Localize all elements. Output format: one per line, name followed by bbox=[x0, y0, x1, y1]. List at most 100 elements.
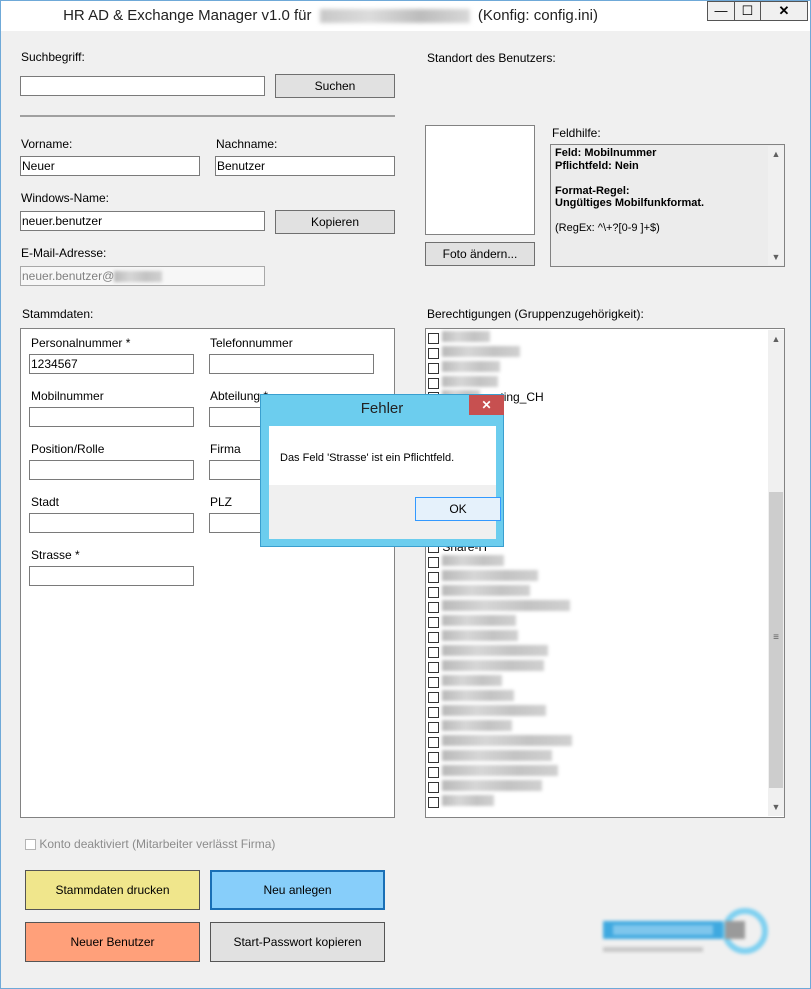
close-icon: ✕ bbox=[481, 398, 492, 412]
checkbox-icon[interactable] bbox=[428, 752, 439, 764]
redacted-domain bbox=[319, 9, 470, 24]
firstname-label: Vorname: bbox=[21, 137, 73, 151]
maximize-icon: ☐ bbox=[741, 3, 754, 18]
create-button[interactable]: Neu anlegen bbox=[210, 870, 385, 910]
checkbox-icon[interactable] bbox=[428, 632, 439, 644]
checkbox-icon[interactable] bbox=[428, 692, 439, 704]
fieldhelp-label: Feldhilfe: bbox=[552, 126, 601, 140]
checkbox-icon[interactable] bbox=[428, 647, 439, 659]
redacted-group bbox=[442, 765, 559, 776]
minimize-button[interactable]: — bbox=[707, 1, 735, 21]
copy-windows-name-button[interactable]: Kopieren bbox=[275, 210, 395, 234]
redacted-group bbox=[442, 615, 517, 626]
dialog-message: Das Feld 'Strasse' ist ein Pflichtfeld. bbox=[280, 452, 455, 464]
scroll-down-icon[interactable]: ▼ bbox=[768, 798, 784, 816]
checkbox-icon[interactable] bbox=[428, 333, 439, 345]
checkbox-icon[interactable] bbox=[428, 348, 439, 360]
redacted-group bbox=[442, 361, 501, 372]
maximize-button[interactable]: ☐ bbox=[734, 1, 761, 21]
copy-start-password-button[interactable]: Start-Passwort kopieren bbox=[210, 922, 385, 962]
redacted-group bbox=[442, 645, 549, 656]
lastname-label: Nachname: bbox=[216, 137, 278, 151]
redacted-group bbox=[442, 555, 505, 566]
dialog-title: Fehler bbox=[360, 400, 404, 417]
minimize-icon: — bbox=[714, 3, 728, 18]
strasse-input[interactable] bbox=[29, 566, 194, 586]
firstname-input[interactable]: Neuer bbox=[20, 156, 200, 176]
master-data-label: Stammdaten: bbox=[22, 307, 94, 321]
company-logo bbox=[603, 901, 768, 963]
account-disabled-checkbox[interactable]: Konto deaktiviert (Mitarbeiter verlässt … bbox=[25, 837, 275, 851]
position-input[interactable] bbox=[29, 460, 194, 480]
separator bbox=[20, 115, 395, 117]
checkbox-icon[interactable] bbox=[428, 662, 439, 674]
scroll-down-icon[interactable]: ▼ bbox=[768, 249, 784, 265]
fieldhelp-text: Feld: Mobilnummer Pflichtfeld: Nein Form… bbox=[555, 147, 705, 234]
redacted-group bbox=[442, 795, 495, 806]
redacted-group bbox=[442, 750, 553, 761]
checkbox-icon[interactable] bbox=[428, 722, 439, 734]
checkbox-icon[interactable] bbox=[428, 782, 439, 794]
checkbox-icon[interactable] bbox=[428, 587, 439, 599]
permissions-scrollbar[interactable]: ▲ ≡ ▼ bbox=[768, 330, 784, 816]
redacted-group bbox=[442, 720, 513, 731]
dialog-body: Das Feld 'Strasse' ist ein Pflichtfeld. … bbox=[269, 426, 501, 539]
change-photo-button[interactable]: Foto ändern... bbox=[425, 242, 535, 266]
email-label: E-Mail-Adresse: bbox=[21, 246, 107, 260]
windows-name-input[interactable]: neuer.benutzer bbox=[20, 211, 265, 231]
lastname-input[interactable]: Benutzer bbox=[215, 156, 395, 176]
grip-icon: ≡ bbox=[773, 632, 779, 643]
checkbox-icon[interactable] bbox=[428, 707, 439, 719]
search-input[interactable] bbox=[20, 76, 265, 96]
scroll-up-icon[interactable]: ▲ bbox=[768, 146, 784, 162]
dialog-close-button[interactable]: ✕ bbox=[469, 395, 504, 415]
location-label: Standort des Benutzers: bbox=[427, 51, 556, 65]
redacted-group bbox=[442, 346, 521, 357]
checkbox-icon[interactable] bbox=[428, 797, 439, 809]
main-window: HR AD & Exchange Manager v1.0 für (Konfi… bbox=[0, 0, 811, 989]
error-dialog: Fehler ✕ Das Feld 'Strasse' ist ein Pfli… bbox=[260, 394, 504, 547]
checkbox-icon[interactable] bbox=[428, 737, 439, 749]
mobil-input[interactable] bbox=[29, 407, 194, 427]
checkbox-icon[interactable] bbox=[25, 839, 36, 851]
logo-icon bbox=[603, 908, 768, 954]
dialog-ok-button[interactable]: OK bbox=[415, 497, 501, 521]
fieldhelp-scrollbar[interactable]: ▲ ▼ bbox=[768, 146, 784, 265]
window-title: HR AD & Exchange Manager v1.0 für (Konfi… bbox=[63, 7, 598, 24]
redacted-group bbox=[442, 660, 545, 671]
new-user-button[interactable]: Neuer Benutzer bbox=[25, 922, 200, 962]
redacted-domain bbox=[114, 271, 163, 283]
search-label: Suchbegriff: bbox=[21, 50, 85, 64]
telefon-label: Telefonnummer bbox=[210, 336, 293, 350]
close-button[interactable]: ✕ bbox=[760, 1, 808, 21]
redacted-group bbox=[442, 570, 539, 581]
search-button[interactable]: Suchen bbox=[275, 74, 395, 98]
scrollbar-thumb[interactable]: ≡ bbox=[769, 492, 783, 788]
scroll-up-icon[interactable]: ▲ bbox=[768, 330, 784, 348]
checkbox-icon[interactable] bbox=[428, 557, 439, 569]
close-icon: ✕ bbox=[778, 3, 790, 18]
firma-label: Firma bbox=[210, 442, 241, 456]
print-master-data-button[interactable]: Stammdaten drucken bbox=[25, 870, 200, 910]
permissions-label: Berechtigungen (Gruppenzugehörigkeit): bbox=[427, 307, 644, 321]
redacted-group bbox=[442, 331, 491, 342]
personalnummer-input[interactable]: 1234567 bbox=[29, 354, 194, 374]
dialog-footer: OK bbox=[269, 485, 501, 539]
checkbox-icon[interactable] bbox=[428, 617, 439, 629]
checkbox-icon[interactable] bbox=[428, 572, 439, 584]
checkbox-icon[interactable] bbox=[428, 677, 439, 689]
checkbox-icon[interactable] bbox=[428, 363, 439, 375]
redacted-group bbox=[442, 735, 573, 746]
position-label: Position/Rolle bbox=[31, 442, 105, 456]
checkbox-icon[interactable] bbox=[428, 767, 439, 779]
stadt-input[interactable] bbox=[29, 513, 194, 533]
strasse-label: Strasse * bbox=[31, 548, 80, 562]
telefon-input[interactable] bbox=[209, 354, 374, 374]
checkbox-icon[interactable] bbox=[428, 378, 439, 390]
email-input: neuer.benutzer@ bbox=[20, 266, 265, 286]
checkbox-icon[interactable] bbox=[428, 602, 439, 614]
redacted-group bbox=[442, 585, 531, 596]
redacted-group bbox=[442, 376, 499, 387]
redacted-group bbox=[442, 780, 543, 791]
redacted-group bbox=[442, 600, 571, 611]
